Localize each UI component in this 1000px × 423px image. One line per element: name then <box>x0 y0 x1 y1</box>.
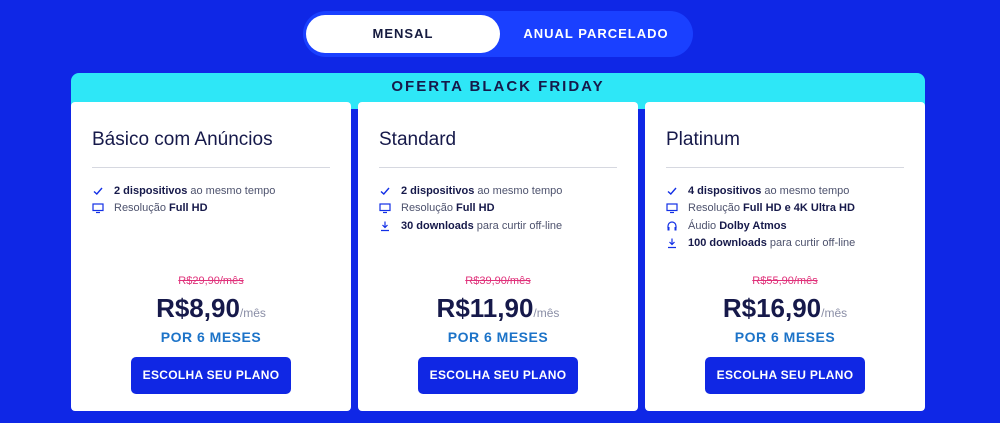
feature-bold: Dolby Atmos <box>719 219 787 232</box>
feature-bold: 100 downloads <box>688 237 767 250</box>
billing-toggle: MENSAL ANUAL PARCELADO <box>303 11 693 57</box>
feature-text: Áudio <box>688 219 717 232</box>
price-per: /mês <box>239 306 266 320</box>
feature-item: 2 dispositivos ao mesmo tempo <box>92 182 341 200</box>
divider <box>379 167 617 168</box>
feature-bold: 4 dispositivos <box>688 184 762 197</box>
feature-list: 2 dispositivos ao mesmo tempo Resolução … <box>92 182 341 217</box>
check-icon <box>666 185 680 197</box>
feature-text: Resolução <box>401 202 453 215</box>
feature-text: ao mesmo tempo <box>190 184 276 197</box>
feature-item: 2 dispositivos ao mesmo tempo <box>379 182 628 200</box>
price-period: POR 6 MESES <box>447 329 549 345</box>
plan-card-platinum: Platinum 4 dispositivos ao mesmo tempo R… <box>645 102 925 411</box>
check-icon <box>92 185 106 197</box>
price-period: POR 6 MESES <box>734 329 836 345</box>
plan-card-basico: Básico com Anúncios 2 dispositivos ao me… <box>71 102 351 411</box>
price-amount: R$11,90 <box>436 293 534 323</box>
download-icon <box>379 220 393 232</box>
old-price: R$29,90/mês <box>178 275 244 287</box>
plan-title: Standard <box>379 129 457 150</box>
price-amount: R$16,90 <box>722 293 822 323</box>
plan-title: Básico com Anúncios <box>92 129 273 150</box>
feature-bold: Full HD e 4K Ultra HD <box>743 202 855 215</box>
feature-text: ao mesmo tempo <box>477 184 563 197</box>
divider <box>92 167 330 168</box>
offer-banner-text: OFERTA BLACK FRIDAY <box>391 78 605 95</box>
old-price: R$39,90/mês <box>465 275 531 287</box>
feature-list: 4 dispositivos ao mesmo tempo Resolução … <box>666 182 915 252</box>
feature-text: ao mesmo tempo <box>764 184 850 197</box>
feature-text: para curtir off-line <box>769 237 856 250</box>
download-icon <box>666 237 680 249</box>
plan-card-standard: Standard 2 dispositivos ao mesmo tempo R… <box>358 102 638 411</box>
choose-plan-button[interactable]: ESCOLHA SEU PLANO <box>418 357 578 394</box>
price: R$16,90/mês <box>645 293 925 324</box>
feature-text: Resolução <box>114 202 166 215</box>
price-period: POR 6 MESES <box>160 329 262 345</box>
plan-title: Platinum <box>666 129 740 150</box>
feature-item: 100 downloads para curtir off-line <box>666 235 915 253</box>
monitor-icon <box>666 202 680 214</box>
check-icon <box>379 185 393 197</box>
feature-bold: Full HD <box>169 202 208 215</box>
price-per: /mês <box>821 306 848 320</box>
price-per: /mês <box>533 306 560 320</box>
choose-plan-button[interactable]: ESCOLHA SEU PLANO <box>131 357 291 394</box>
feature-bold: 2 dispositivos <box>114 184 188 197</box>
choose-plan-button[interactable]: ESCOLHA SEU PLANO <box>705 357 865 394</box>
feature-bold: 30 downloads <box>401 219 474 232</box>
price: R$11,90/mês <box>358 293 638 324</box>
feature-bold: 2 dispositivos <box>401 184 475 197</box>
monitor-icon <box>379 202 393 214</box>
price: R$8,90/mês <box>71 293 351 324</box>
feature-text: para curtir off-line <box>476 219 563 232</box>
feature-item: Áudio Dolby Atmos <box>666 217 915 235</box>
headphones-icon <box>666 220 680 232</box>
tab-anual-parcelado[interactable]: ANUAL PARCELADO <box>503 15 689 53</box>
feature-text: Resolução <box>688 202 740 215</box>
feature-item: Resolução Full HD <box>379 200 628 218</box>
feature-list: 2 dispositivos ao mesmo tempo Resolução … <box>379 182 628 235</box>
feature-item: 4 dispositivos ao mesmo tempo <box>666 182 915 200</box>
feature-bold: Full HD <box>456 202 495 215</box>
price-amount: R$8,90 <box>156 293 240 323</box>
feature-item: Resolução Full HD <box>92 200 341 218</box>
tab-mensal[interactable]: MENSAL <box>306 15 500 53</box>
divider <box>666 167 904 168</box>
feature-item: Resolução Full HD e 4K Ultra HD <box>666 200 915 218</box>
feature-item: 30 downloads para curtir off-line <box>379 217 628 235</box>
old-price: R$55,90/mês <box>752 275 818 287</box>
monitor-icon <box>92 202 106 214</box>
